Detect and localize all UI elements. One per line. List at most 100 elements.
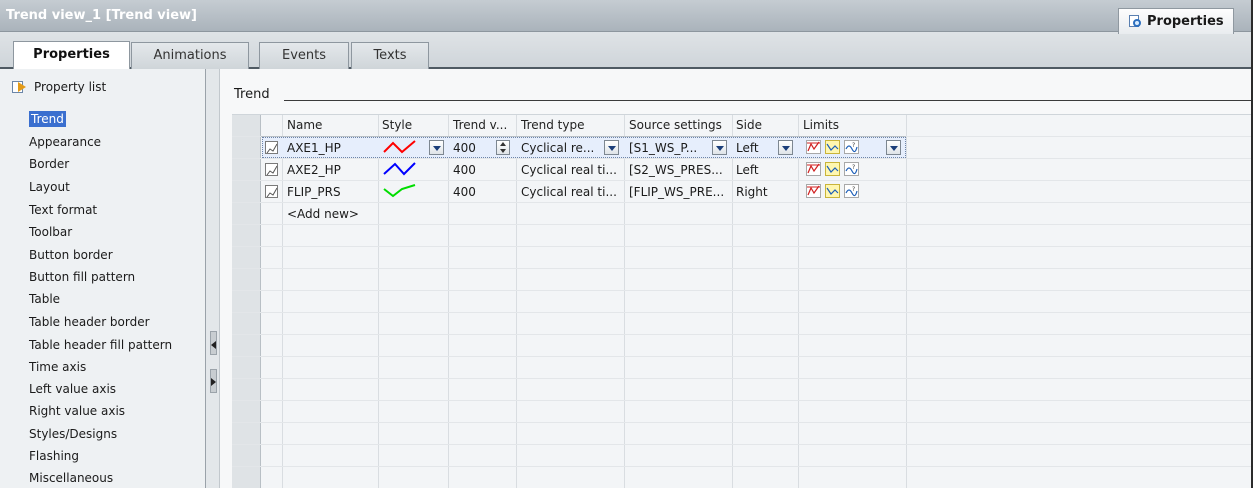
row-divider [232,268,1251,269]
properties-button-label: Properties [1147,14,1224,29]
property-list-icon [12,80,28,94]
side[interactable]: Left [736,141,759,155]
section-divider [284,100,1251,101]
trend-row-icon [265,141,278,154]
trend-values[interactable]: 400 [453,185,476,199]
arrow-left-icon [211,341,216,349]
source-settings[interactable]: [FLIP_WS_PRE... [629,185,724,199]
style-swatch[interactable] [382,183,418,199]
nav-item-right-value-axis[interactable]: Right value axis [29,400,125,422]
style-swatch[interactable] [382,139,418,155]
add-new-trend[interactable]: <Add new> [287,207,359,221]
row-divider [232,158,1251,159]
tab-bar: Properties Animations Events Texts [0,32,1251,70]
nav-item-styles-designs[interactable]: Styles/Designs [29,423,117,445]
trend-name[interactable]: AXE1_HP [287,141,341,155]
nav-item-appearance[interactable]: Appearance [29,131,101,153]
col-header-trend-type[interactable]: Trend type [521,118,584,132]
properties-button[interactable]: Properties [1118,8,1234,34]
row-divider [232,422,1251,423]
column-divider [282,115,283,488]
row-divider [232,180,1251,181]
source-settings[interactable]: [S2_WS_PRES... [629,163,723,177]
upper-limit-icon[interactable] [806,184,821,198]
nav-item-button-fill-pattern[interactable]: Button fill pattern [29,266,135,288]
nav-item-trend[interactable]: Trend [29,108,66,130]
trend-row-icon [265,163,278,176]
col-header-limits[interactable]: Limits [803,118,839,132]
upper-limit-icon[interactable] [806,140,821,154]
tolerance-limit-icon[interactable]: ? [844,162,859,176]
col-header-style[interactable]: Style [382,118,412,132]
window-titlebar: Trend view_1 [Trend view] [0,0,1253,32]
lower-limit-icon[interactable] [825,140,840,154]
row-divider [232,312,1251,313]
nav-item-miscellaneous[interactable]: Miscellaneous [29,467,113,488]
limits-dropdown[interactable] [886,140,901,155]
tab-animations[interactable]: Animations [131,42,249,69]
tab-texts[interactable]: Texts [351,42,429,69]
trend-values-spinner[interactable] [496,140,510,155]
row-divider [232,224,1251,225]
source-settings[interactable]: [S1_WS_P... [629,141,697,155]
svg-text:?: ? [852,186,855,193]
col-header-trend-values[interactable]: Trend v... [453,118,507,132]
tab-events[interactable]: Events [259,42,349,69]
column-divider [516,115,517,488]
trend-type-dropdown[interactable] [604,140,619,155]
trend-name[interactable]: FLIP_PRS [287,185,341,199]
properties-icon [1129,14,1143,29]
tab-properties[interactable]: Properties [13,41,130,70]
trend-editor-pane: Trend Name Style Trend v... Trend type S… [220,69,1251,488]
nav-item-border[interactable]: Border [29,153,69,175]
style-dropdown[interactable] [429,140,444,155]
tolerance-limit-icon[interactable]: ? [844,184,859,198]
column-divider [798,115,799,488]
lower-limit-icon[interactable] [825,184,840,198]
nav-item-toolbar[interactable]: Toolbar [29,221,72,243]
trend-type[interactable]: Cyclical real ti... [521,163,617,177]
property-list-header[interactable]: Property list [12,80,106,94]
trend-name[interactable]: AXE2_HP [287,163,341,177]
trend-values[interactable]: 400 [453,163,476,177]
col-header-side[interactable]: Side [736,118,762,132]
pane-splitter[interactable] [205,69,220,488]
trend-values[interactable]: 400 [453,141,476,155]
side[interactable]: Left [736,163,759,177]
section-title: Trend [234,87,270,102]
property-list-label: Property list [34,80,107,94]
row-divider [232,378,1251,379]
nav-item-table-header-border[interactable]: Table header border [29,311,150,333]
column-divider [378,115,379,488]
side-dropdown[interactable] [778,140,793,155]
row-divider [232,466,1251,467]
trend-type[interactable]: Cyclical re... [521,141,594,155]
column-divider [624,115,625,488]
column-divider [906,115,907,488]
nav-item-left-value-axis[interactable]: Left value axis [29,378,116,400]
row-divider [232,334,1251,335]
trend-type[interactable]: Cyclical real ti... [521,185,617,199]
nav-item-flashing[interactable]: Flashing [29,445,79,467]
style-swatch[interactable] [382,161,418,177]
source-settings-dropdown[interactable] [712,140,727,155]
col-header-name[interactable]: Name [287,118,322,132]
nav-item-time-axis[interactable]: Time axis [29,356,86,378]
tolerance-limit-icon[interactable]: ? [844,140,859,154]
nav-item-layout[interactable]: Layout [29,176,70,198]
side[interactable]: Right [736,185,768,199]
row-divider [232,246,1251,247]
lower-limit-icon[interactable] [825,162,840,176]
col-header-source-settings[interactable]: Source settings [629,118,722,132]
nav-item-button-border[interactable]: Button border [29,244,113,266]
nav-item-table[interactable]: Table [29,288,60,310]
nav-item-text-format[interactable]: Text format [29,199,97,221]
trend-row-icon [265,185,278,198]
nav-item-table-header-fill-pattern[interactable]: Table header fill pattern [29,334,172,356]
row-divider [232,356,1251,357]
row-divider [232,444,1251,445]
arrow-right-icon [211,378,216,386]
row-divider [232,290,1251,291]
upper-limit-icon[interactable] [806,162,821,176]
svg-text:?: ? [852,142,855,149]
